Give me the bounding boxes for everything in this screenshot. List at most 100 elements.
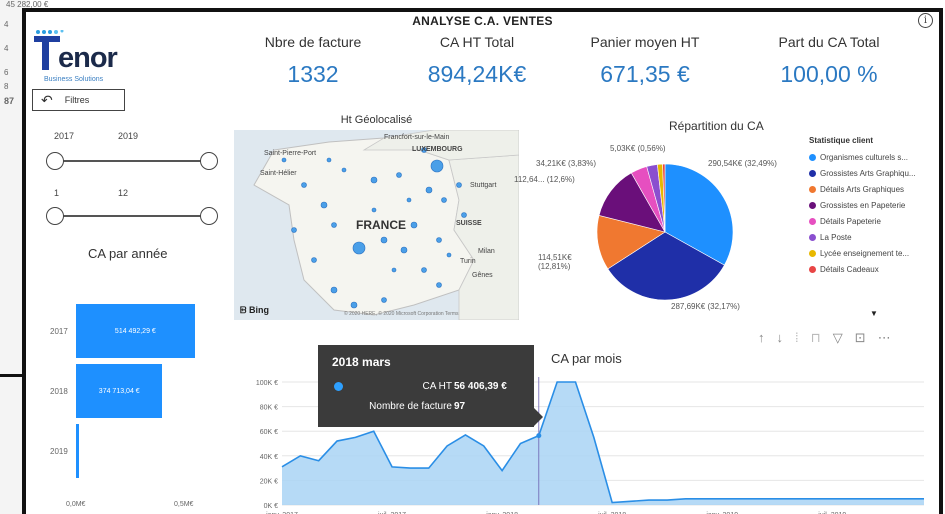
- map-point[interactable]: [371, 207, 377, 213]
- month-slider[interactable]: [46, 207, 218, 225]
- legend-item[interactable]: Détails Cadeaux: [809, 261, 939, 277]
- legend-label: Détails Arts Graphiques: [820, 184, 905, 194]
- arrow-down-icon[interactable]: ↓: [777, 330, 784, 346]
- map-point[interactable]: [352, 241, 366, 255]
- map-point[interactable]: [436, 237, 442, 243]
- map-point[interactable]: [436, 282, 442, 288]
- map-point[interactable]: [330, 286, 338, 294]
- pie-slice-label: 290,54K€ (32,49%): [708, 159, 777, 168]
- drill-icon[interactable]: ⊓: [811, 330, 821, 346]
- legend-item[interactable]: Grossistes Arts Graphiqu...: [809, 165, 939, 181]
- legend-label: Organismes culturels s...: [820, 152, 909, 162]
- map-point[interactable]: [441, 197, 447, 203]
- filters-button[interactable]: ↶ Filtres: [32, 89, 125, 111]
- pie-slice-label: 34,21K€ (3,83%): [536, 159, 597, 168]
- map-point[interactable]: [311, 257, 317, 263]
- logo-subtitle: Business Solutions: [44, 76, 104, 83]
- map-point[interactable]: [331, 222, 337, 228]
- kpi-value: 894,24K€: [427, 61, 527, 87]
- y-axis-tick: 0K €: [264, 503, 279, 510]
- pie-slice-label: 114,51K€ (12,81%): [538, 253, 572, 271]
- back-arrow-icon: ↶: [41, 92, 53, 108]
- map-point[interactable]: [301, 182, 307, 188]
- expand-down-icon[interactable]: ⁞: [795, 330, 799, 346]
- map-point[interactable]: [381, 297, 387, 303]
- legend-item[interactable]: La Poste: [809, 229, 939, 245]
- focus-icon[interactable]: ⊡: [855, 330, 866, 346]
- map-label: SUISSE: [456, 220, 482, 227]
- legend-scroll-down-icon[interactable]: ▼: [870, 309, 878, 318]
- map-label: Stuttgart: [470, 182, 497, 189]
- map-point[interactable]: [326, 157, 332, 163]
- chart-tooltip: 2018 mars CA HT 56 406,39 € Nombre de fa…: [318, 345, 543, 427]
- tooltip-title: 2018 mars: [332, 355, 391, 369]
- map-point[interactable]: [421, 267, 427, 273]
- map-label: Saint-Pierre-Port: [264, 150, 317, 157]
- filter-icon[interactable]: ▽: [833, 330, 843, 346]
- map-point[interactable]: [350, 301, 358, 309]
- slider-knob-start[interactable]: [46, 152, 64, 170]
- legend-item[interactable]: Organismes culturels s...: [809, 149, 939, 165]
- kpi-share: Part du CA Total 100,00 %: [744, 34, 914, 88]
- map-label: FRANCE: [356, 218, 406, 232]
- map-point[interactable]: [320, 201, 328, 209]
- legend-item[interactable]: Lycée enseignement te...: [809, 245, 939, 261]
- map-point[interactable]: [341, 167, 347, 173]
- map-point[interactable]: [456, 182, 462, 188]
- legend-dot: [809, 185, 816, 193]
- map-point[interactable]: [430, 159, 444, 173]
- tooltip-series-dot: [334, 382, 343, 391]
- slider-track: [54, 215, 210, 217]
- legend-item[interactable]: Détails Arts Graphiques: [809, 181, 939, 197]
- more-icon[interactable]: ⋯: [878, 330, 891, 346]
- map-label: Gênes: [472, 272, 493, 279]
- legend-label: Grossistes en Papeterie: [820, 200, 906, 210]
- slider-knob-start[interactable]: [46, 207, 64, 225]
- map-point[interactable]: [410, 221, 418, 229]
- legend-item[interactable]: Grossistes en Papeterie: [809, 197, 939, 213]
- map-point[interactable]: [370, 176, 378, 184]
- map-point[interactable]: [446, 252, 452, 258]
- monthly-chart-title: CA par mois: [551, 351, 622, 366]
- logo: enor Business Solutions: [32, 24, 142, 84]
- logo-text: enor: [58, 42, 118, 74]
- tooltip-count-label: Nombre de facture: [369, 401, 452, 412]
- map-point[interactable]: [406, 197, 412, 203]
- geo-map[interactable]: Saint-Pierre-Port Saint-Hélier Francfort…: [234, 130, 519, 320]
- map-point[interactable]: [281, 157, 287, 163]
- bar-2019[interactable]: [76, 424, 79, 478]
- info-icon[interactable]: i: [918, 13, 933, 28]
- month-slider-to: 12: [118, 188, 129, 198]
- map-label: Turin: [460, 258, 476, 265]
- legend-dot: [809, 169, 816, 177]
- y-axis-tick: 60K €: [260, 429, 278, 436]
- pie-chart[interactable]: [590, 157, 740, 307]
- legend-dot: [809, 201, 816, 209]
- bar-2017[interactable]: 514 492,29 €: [76, 304, 195, 358]
- tooltip-ca-label: CA HT: [422, 381, 452, 392]
- report-canvas: ANALYSE C.A. VENTES i enor Business Solu…: [22, 8, 943, 514]
- background-text: 4: [4, 20, 9, 29]
- slider-knob-end[interactable]: [200, 152, 218, 170]
- bar-2018[interactable]: 374 713,04 €: [76, 364, 163, 418]
- kpi-invoice-count: Nbre de facture 1332: [228, 34, 398, 88]
- map-point[interactable]: [396, 172, 402, 178]
- legend-dot: [809, 217, 816, 225]
- map-copyright[interactable]: © 2020 HERE, © 2020 Microsoft Corporatio…: [344, 311, 459, 317]
- kpi-label: Nbre de facture: [264, 34, 362, 50]
- map-point[interactable]: [425, 186, 433, 194]
- year-slider-to: 2019: [118, 131, 139, 141]
- slider-track: [54, 160, 210, 162]
- map-point[interactable]: [391, 267, 397, 273]
- year-slider[interactable]: [46, 152, 218, 170]
- bar-year-label: 2019: [50, 447, 68, 456]
- map-point[interactable]: [380, 236, 388, 244]
- map-point[interactable]: [291, 227, 297, 233]
- map-point[interactable]: [400, 246, 408, 254]
- legend-item[interactable]: Détails Papeterie: [809, 213, 939, 229]
- slider-knob-end[interactable]: [200, 207, 218, 225]
- tooltip-pointer: [534, 408, 543, 426]
- hover-point[interactable]: [536, 433, 542, 439]
- arrow-up-icon[interactable]: ↑: [758, 330, 765, 346]
- map-point[interactable]: [461, 212, 467, 218]
